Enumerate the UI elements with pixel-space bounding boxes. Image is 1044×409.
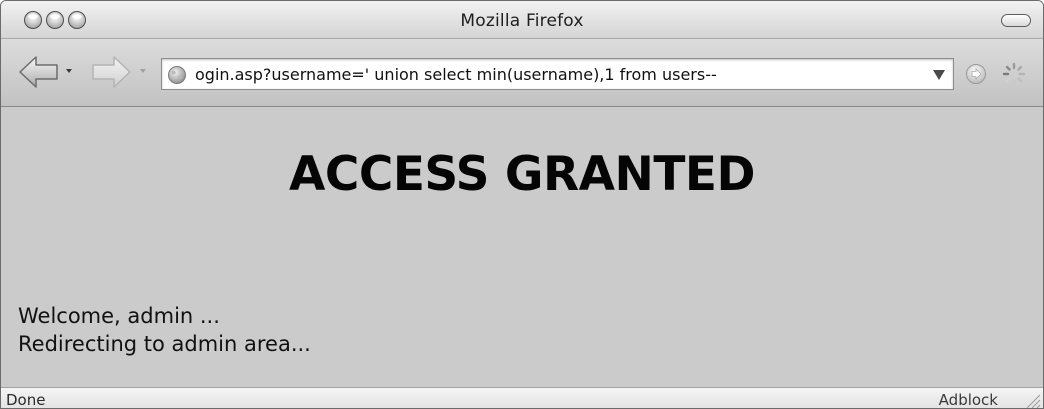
forward-button[interactable]	[91, 53, 133, 91]
address-bar[interactable]: ogin.asp?username=' union select min(use…	[161, 58, 954, 90]
toolbar-toggle-button[interactable]	[1001, 14, 1031, 27]
title-bar[interactable]: Mozilla Firefox	[1, 1, 1043, 39]
go-icon	[966, 64, 986, 84]
browser-window: Mozilla Firefox ogin.asp?username=' unio…	[0, 0, 1044, 409]
url-history-dropdown-icon[interactable]	[933, 70, 945, 80]
status-bar: Done Adblock	[1, 387, 1043, 409]
access-granted-heading: ACCESS GRANTED	[288, 147, 756, 202]
status-text: Done	[6, 391, 46, 409]
go-button[interactable]	[965, 63, 987, 85]
forward-arrow-icon	[92, 56, 131, 88]
navigation-toolbar: ogin.asp?username=' union select min(use…	[1, 39, 1043, 107]
back-history-dropdown-icon[interactable]	[66, 69, 72, 73]
page-content: ACCESS GRANTED Welcome, admin ... Redire…	[1, 107, 1043, 387]
redirect-message: Redirecting to admin area...	[18, 332, 311, 356]
adblock-status-button[interactable]: Adblock	[939, 391, 998, 408]
address-text[interactable]: ogin.asp?username=' union select min(use…	[195, 65, 717, 84]
window-title: Mozilla Firefox	[460, 11, 584, 31]
back-button[interactable]	[17, 53, 59, 91]
welcome-message: Welcome, admin ...	[18, 304, 220, 328]
globe-icon	[168, 66, 186, 84]
loading-throbber	[1001, 61, 1027, 87]
back-arrow-icon	[19, 56, 58, 88]
loading-throbber-icon	[1002, 62, 1026, 86]
resize-grip-icon[interactable]	[1021, 391, 1041, 408]
forward-history-dropdown-icon[interactable]	[140, 69, 146, 73]
